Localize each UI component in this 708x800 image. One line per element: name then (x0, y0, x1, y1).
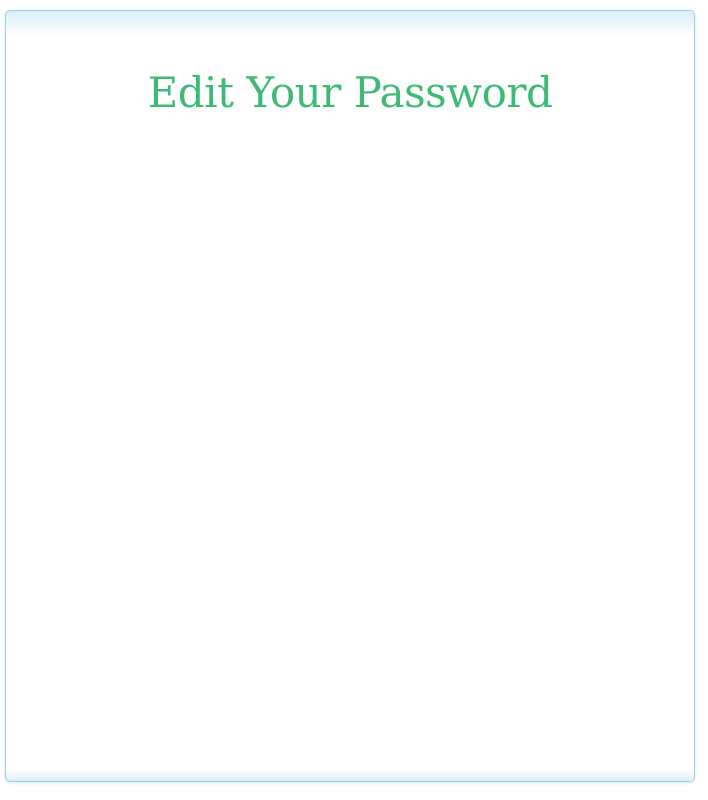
panel-header-band (6, 11, 694, 35)
edit-password-panel: Edit Your Password (5, 10, 695, 782)
page-title: Edit Your Password (147, 68, 553, 117)
panel-footer-band (6, 769, 694, 781)
